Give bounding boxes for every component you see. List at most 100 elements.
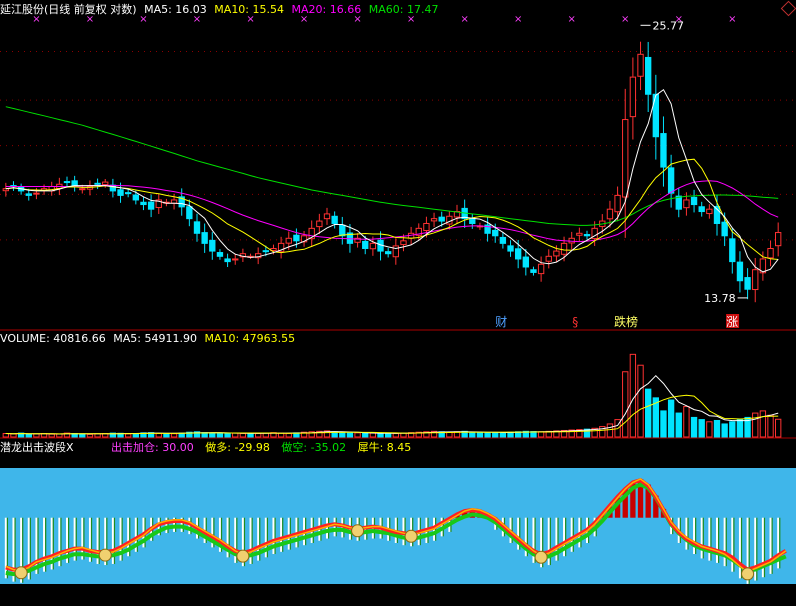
candle-body bbox=[721, 221, 728, 237]
volume-bar bbox=[476, 432, 484, 438]
volume-bar bbox=[377, 433, 384, 438]
indicator-bar bbox=[718, 517, 720, 563]
candle-body bbox=[170, 199, 178, 204]
volume-bar bbox=[775, 418, 782, 438]
candle-body bbox=[469, 218, 476, 224]
candle-body bbox=[331, 215, 338, 224]
volume-bar bbox=[224, 432, 231, 438]
volume-bar bbox=[499, 432, 507, 438]
volume-bar bbox=[79, 433, 86, 438]
candle-body bbox=[683, 199, 690, 209]
candle-body bbox=[79, 188, 86, 191]
bull-value: 犀牛: 8.45 bbox=[357, 441, 412, 454]
candle-body bbox=[140, 201, 147, 206]
candle-body bbox=[201, 232, 208, 244]
volume-value: VOLUME: 40816.66 bbox=[0, 332, 106, 345]
kline-chart[interactable]: × × × × × × × × × × × × × × 25.77 13.78 财 § 跌榜涨 bbox=[0, 0, 796, 602]
indicator-bar bbox=[702, 517, 704, 559]
candle-body bbox=[637, 53, 644, 77]
volume-ma5-value: MA5: 54911.90 bbox=[113, 332, 197, 345]
indicator-bar bbox=[738, 517, 741, 579]
ma5-value: MA5: 16.03 bbox=[144, 3, 207, 16]
event-label: 财 bbox=[495, 315, 507, 329]
volume-bar bbox=[255, 433, 262, 438]
volume-bar bbox=[155, 433, 162, 438]
ma60-value: MA60: 17.47 bbox=[368, 3, 439, 16]
volume-bar bbox=[125, 433, 132, 438]
candle-body bbox=[492, 229, 499, 237]
candle-body bbox=[385, 251, 392, 255]
candle-body bbox=[522, 256, 529, 268]
indicator-bar bbox=[282, 517, 284, 552]
signal-marker: × bbox=[460, 14, 468, 25]
candle-body bbox=[262, 250, 270, 253]
indicator-bar bbox=[280, 517, 283, 552]
ma20-value: MA20: 16.66 bbox=[291, 3, 362, 16]
volume-bar bbox=[247, 433, 254, 438]
candle-body bbox=[25, 193, 32, 196]
candle-body bbox=[193, 221, 201, 234]
candle-body bbox=[545, 255, 552, 262]
indicator-bar bbox=[723, 517, 726, 567]
indicator-bar bbox=[335, 517, 337, 537]
signal-marker: × bbox=[514, 14, 522, 25]
candle-body bbox=[736, 261, 744, 282]
candle-body bbox=[614, 194, 621, 213]
candle-body bbox=[209, 239, 216, 252]
candle-body bbox=[499, 236, 507, 244]
indicator-bar bbox=[685, 517, 688, 550]
chart-canvas[interactable]: × × × × × × × × × × × × × ×25.7713.78财 § 跌榜涨 bbox=[0, 0, 796, 602]
candle-body bbox=[606, 208, 614, 220]
indicator-bar bbox=[740, 517, 743, 579]
indicator-name[interactable]: 潜龙出击波段X bbox=[0, 441, 74, 454]
indicator-bar bbox=[695, 517, 697, 555]
candle-body bbox=[667, 167, 675, 194]
candle-body bbox=[323, 213, 331, 220]
volume-bar bbox=[339, 432, 346, 438]
candle-body bbox=[392, 245, 400, 258]
volume-ma10-value: MA10: 47963.55 bbox=[204, 332, 296, 345]
candle-body bbox=[767, 247, 774, 259]
candle-body bbox=[645, 56, 652, 95]
volume-bar bbox=[736, 419, 744, 438]
candle-body bbox=[63, 181, 71, 184]
candle-body bbox=[285, 237, 292, 244]
smiley-icon bbox=[98, 548, 112, 562]
candle-body bbox=[400, 240, 407, 246]
volume-bar bbox=[698, 419, 705, 438]
indicator-bar bbox=[731, 517, 734, 572]
candle-body bbox=[369, 242, 377, 250]
volume-bar bbox=[606, 423, 614, 438]
volume-bar bbox=[209, 432, 216, 438]
candle-body bbox=[553, 250, 560, 257]
smiley-icon bbox=[236, 549, 250, 563]
smiley-icon bbox=[14, 566, 28, 580]
candle-body bbox=[117, 189, 124, 196]
candle-body bbox=[316, 220, 323, 228]
volume-bar bbox=[232, 432, 239, 438]
event-label: § bbox=[572, 315, 578, 329]
volume-bar bbox=[629, 353, 637, 438]
candle-body bbox=[507, 245, 514, 252]
short-value: 做空: -35.02 bbox=[281, 441, 347, 454]
indicator-bar bbox=[274, 517, 276, 555]
volume-bar bbox=[469, 431, 476, 438]
volume-bar bbox=[362, 432, 369, 438]
stock-title[interactable]: 延江股份(日线 前复权 对数) bbox=[0, 3, 137, 16]
indicator-bar bbox=[188, 517, 191, 535]
volume-bar bbox=[392, 433, 400, 438]
volume-bar bbox=[25, 433, 32, 438]
volume-bar bbox=[537, 431, 545, 438]
candle-body bbox=[224, 258, 231, 263]
smiley-icon bbox=[351, 524, 365, 538]
indicator-bar bbox=[710, 517, 712, 561]
smiley-icon bbox=[404, 529, 418, 543]
candle-body bbox=[147, 201, 155, 210]
candle-body bbox=[583, 234, 591, 237]
candle-body bbox=[515, 248, 522, 260]
volume-bar bbox=[484, 432, 491, 438]
candle-body bbox=[775, 232, 782, 247]
candle-body bbox=[576, 232, 583, 236]
candle-body bbox=[629, 76, 637, 118]
indicator-bar bbox=[771, 517, 773, 574]
